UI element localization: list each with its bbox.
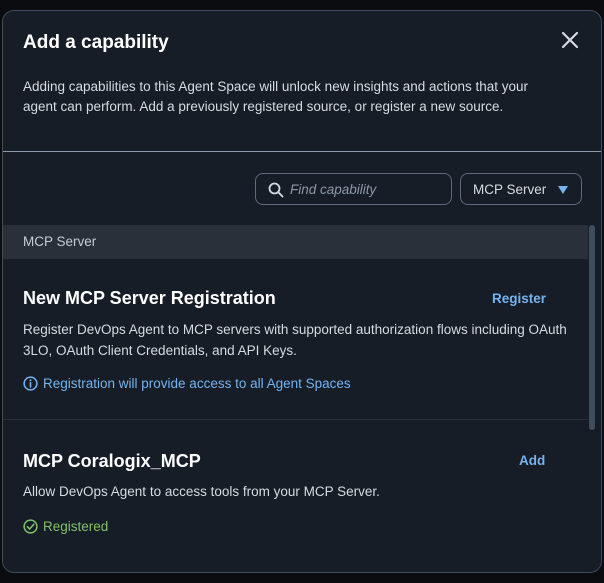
modal-description: Adding capabilities to this Agent Space … — [23, 79, 529, 114]
scrollbar-thumb[interactable] — [589, 225, 595, 430]
check-circle-icon — [23, 519, 38, 534]
caret-down-icon — [558, 186, 568, 194]
register-button[interactable]: Register — [492, 291, 546, 306]
add-capability-modal: Add a capability Adding capabilities to … — [2, 10, 602, 573]
capability-card-new-mcp: New MCP Server Registration Register Reg… — [3, 259, 588, 419]
card-title: MCP Coralogix_MCP — [23, 451, 201, 471]
card-note: Registration will provide access to all … — [23, 376, 351, 391]
card-description: Allow DevOps Agent to access tools from … — [23, 484, 380, 499]
capability-list: MCP Server New MCP Server Registration R… — [3, 225, 588, 572]
add-button[interactable]: Add — [519, 453, 545, 468]
capability-type-select[interactable]: MCP Server — [460, 173, 582, 205]
capability-card-coralogix: MCP Coralogix_MCP Add Allow DevOps Agent… — [3, 420, 588, 572]
status-badge: Registered — [23, 519, 108, 534]
close-icon — [561, 31, 579, 49]
group-header: MCP Server — [3, 225, 588, 259]
header-divider — [3, 151, 601, 152]
select-value: MCP Server — [473, 182, 547, 197]
info-icon — [23, 376, 38, 391]
card-description: Register DevOps Agent to MCP servers wit… — [23, 322, 567, 358]
card-note-text: Registration will provide access to all … — [43, 376, 351, 391]
search-icon — [268, 182, 284, 198]
group-label: MCP Server — [23, 234, 97, 249]
status-text: Registered — [43, 519, 109, 534]
close-button[interactable] — [559, 29, 581, 51]
search-field[interactable] — [255, 173, 452, 205]
card-title: New MCP Server Registration — [23, 288, 276, 308]
search-input[interactable] — [290, 174, 445, 204]
modal-title: Add a capability — [23, 32, 169, 53]
